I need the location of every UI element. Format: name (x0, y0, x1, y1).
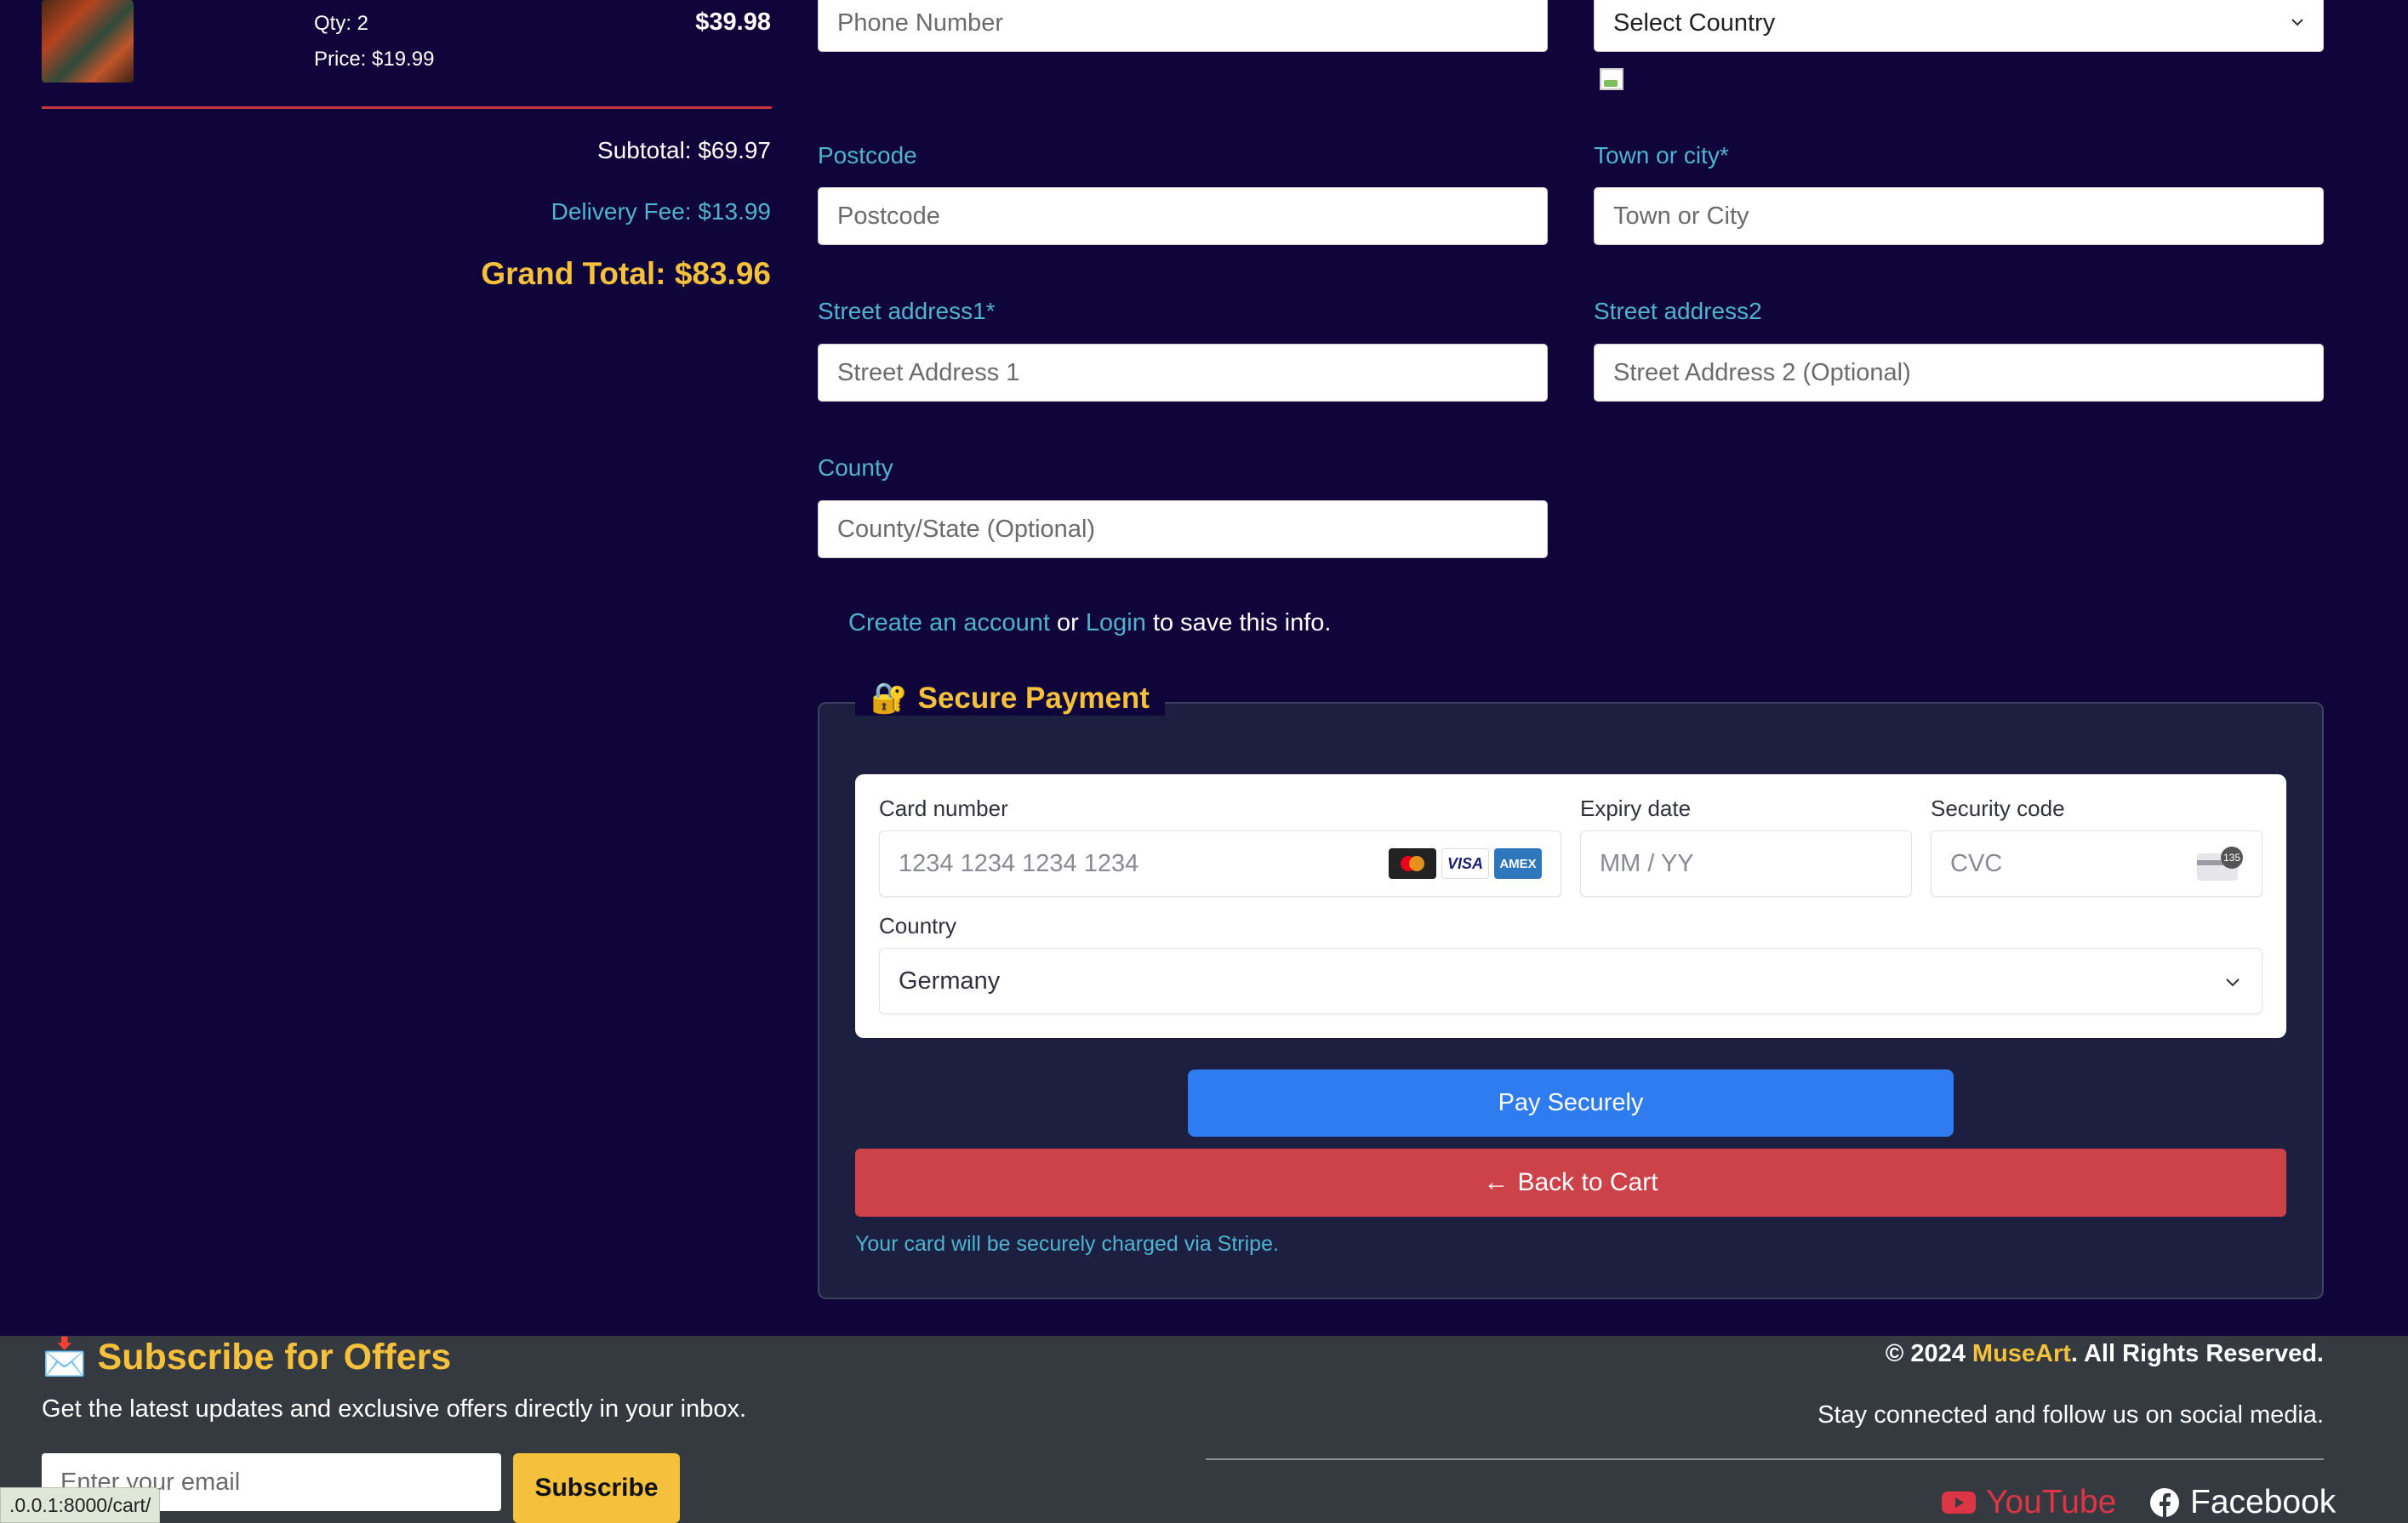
envelope-icon: 📩 (42, 1337, 88, 1378)
brand-link[interactable]: MuseArt (1972, 1340, 2071, 1367)
street1-placeholder: Street Address 1 (837, 358, 1020, 386)
cvc-label: Security code (1931, 796, 2065, 821)
facebook-icon (2150, 1488, 2179, 1518)
cvc-input[interactable]: CVC 135 (1931, 830, 2262, 897)
postcode-label: Postcode (818, 142, 917, 168)
country-select[interactable]: Select Country (1594, 0, 2324, 52)
street2-label: Street address2 (1594, 298, 1762, 324)
town-input[interactable]: Town or City (1594, 187, 2324, 245)
amex-icon: AMEX (1494, 848, 1542, 879)
card-country-value: Germany (899, 967, 1001, 995)
town-label: Town or city* (1594, 142, 1729, 168)
stay-connected-text: Stay connected and follow us on social m… (1817, 1401, 2324, 1429)
pay-securely-button[interactable]: Pay Securely (1188, 1070, 1954, 1137)
copyright: © 2024 MuseArt. All Rights Reserved. (1886, 1340, 2324, 1368)
postcode-input[interactable]: Postcode (818, 187, 1548, 245)
account-prompt-or: or (1057, 609, 1079, 636)
grand-total: Grand Total: $83.96 (481, 256, 771, 291)
item-qty: Qty: 2 (314, 12, 369, 35)
back-to-cart-label: Back to Cart (1517, 1168, 1658, 1196)
delivery-fee: Delivery Fee: $13.99 (551, 198, 771, 225)
card-country-label: Country (879, 913, 957, 938)
street2-input[interactable]: Street Address 2 (Optional) (1594, 344, 2324, 402)
item-line-total: $39.98 (695, 9, 771, 36)
county-label: County (818, 454, 893, 481)
card-number-input[interactable]: 1234 1234 1234 1234 VISA AMEX (879, 830, 1561, 897)
card-number-placeholder: 1234 1234 1234 1234 (899, 849, 1139, 877)
subscribe-heading: 📩 Subscribe for Offers (42, 1336, 451, 1378)
chevron-down-icon (2291, 19, 2303, 26)
subscribe-button[interactable]: Subscribe (513, 1453, 680, 1523)
broken-image-icon (1600, 68, 1623, 90)
mastercard-icon (1389, 848, 1436, 879)
create-account-link[interactable]: Create an account (848, 609, 1050, 636)
lock-icon: 🔐 (870, 682, 908, 715)
product-thumbnail (42, 0, 134, 83)
card-number-label: Card number (879, 796, 1008, 821)
stripe-card-element: Card number 1234 1234 1234 1234 VISA AME… (855, 774, 2286, 1038)
item-price: Price: $19.99 (314, 48, 435, 71)
arrow-left-icon: ← (1483, 1168, 1509, 1196)
facebook-link[interactable]: Facebook (2149, 1484, 2336, 1521)
phone-placeholder: Phone Number (837, 9, 1004, 37)
account-prompt-suffix: to save this info. (1152, 609, 1332, 636)
phone-input[interactable]: Phone Number (818, 0, 1548, 52)
account-prompt: Create an account or Login to save this … (848, 609, 1332, 637)
youtube-icon (1942, 1492, 1976, 1514)
town-placeholder: Town or City (1613, 202, 1749, 230)
street1-input[interactable]: Street Address 1 (818, 344, 1548, 402)
cvc-badge: 135 (2221, 847, 2243, 869)
expiry-placeholder: MM / YY (1600, 849, 1694, 877)
youtube-label: YouTube (1986, 1484, 2117, 1520)
payment-legend: 🔐 Secure Payment (855, 681, 1165, 716)
youtube-link[interactable]: YouTube (1942, 1484, 2116, 1521)
subscribe-title: Subscribe for Offers (97, 1336, 452, 1378)
expiry-input[interactable]: MM / YY (1580, 830, 1912, 897)
stripe-note: Your card will be securely charged via S… (855, 1232, 1279, 1256)
chevron-down-icon (2226, 978, 2240, 987)
login-link[interactable]: Login (1086, 609, 1146, 636)
copyright-prefix: © 2024 (1885, 1340, 1966, 1367)
status-url-tooltip: .0.0.1:8000/cart/ (0, 1487, 161, 1523)
summary-divider (42, 106, 772, 109)
card-country-select[interactable]: Germany (879, 948, 2262, 1014)
visa-icon: VISA (1441, 848, 1489, 879)
card-brands: VISA AMEX (1389, 848, 1542, 879)
county-placeholder: County/State (Optional) (837, 515, 1096, 543)
back-to-cart-button[interactable]: ← Back to Cart (855, 1149, 2286, 1217)
payment-title: Secure Payment (917, 681, 1150, 715)
country-select-value: Select Country (1613, 9, 1776, 37)
subtotal: Subtotal: $69.97 (597, 137, 771, 163)
street1-label: Street address1* (818, 298, 996, 324)
subscribe-description: Get the latest updates and exclusive off… (42, 1395, 747, 1423)
street2-placeholder: Street Address 2 (Optional) (1613, 358, 1911, 386)
footer-divider (1206, 1458, 2324, 1460)
expiry-label: Expiry date (1580, 796, 1692, 821)
cvc-placeholder: CVC (1950, 849, 2003, 877)
facebook-label: Facebook (2190, 1484, 2337, 1520)
county-input[interactable]: County/State (Optional) (818, 500, 1548, 558)
cvc-card-icon: 135 (2197, 847, 2243, 881)
copyright-suffix: . All Rights Reserved. (2070, 1340, 2324, 1367)
postcode-placeholder: Postcode (837, 202, 940, 230)
